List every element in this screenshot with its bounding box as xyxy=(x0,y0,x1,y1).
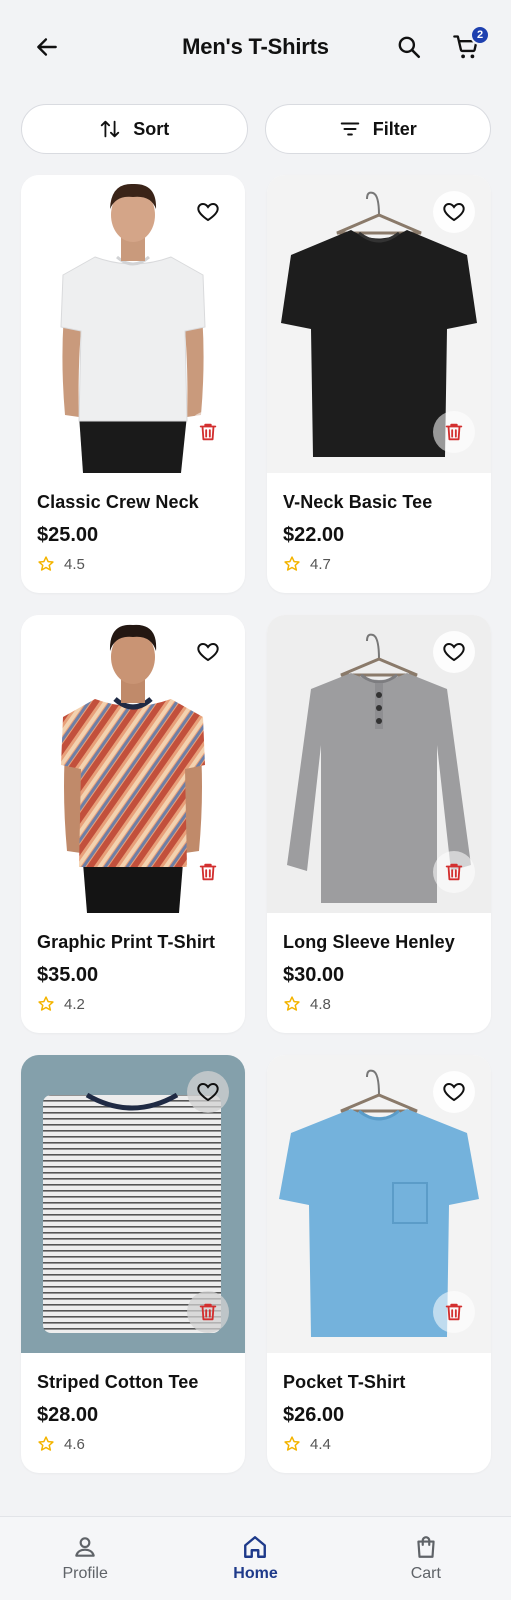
star-icon xyxy=(284,996,300,1011)
product-name: Striped Cotton Tee xyxy=(37,1372,199,1392)
nav-item-cart[interactable]: Cart xyxy=(341,1517,511,1600)
product-info: Classic Crew Neck $25.00 4.5 xyxy=(37,491,233,573)
star-icon xyxy=(38,556,54,571)
product-rating: 4.5 xyxy=(37,555,233,573)
product-rating: 4.8 xyxy=(283,995,479,1013)
delete-button[interactable] xyxy=(187,851,229,893)
product-price: $25.00 xyxy=(37,524,99,546)
star-icon xyxy=(38,1436,54,1451)
product-price: $22.00 xyxy=(283,524,345,546)
trash-icon xyxy=(199,863,217,881)
top-app-bar: Men's T-Shirts 2 xyxy=(0,0,511,94)
product-card[interactable]: Striped Cotton Tee $28.00 4.6 xyxy=(21,1055,245,1473)
nav-label: Profile xyxy=(62,1565,108,1582)
heart-icon xyxy=(197,1082,219,1102)
product-card[interactable]: Long Sleeve Henley $30.00 4.8 xyxy=(267,615,491,1033)
rating-value: 4.2 xyxy=(64,995,85,1013)
product-info: V-Neck Basic Tee $22.00 4.7 xyxy=(283,491,479,573)
product-card[interactable]: Classic Crew Neck $25.00 4.5 xyxy=(21,175,245,593)
trash-icon xyxy=(445,1303,463,1321)
product-name: V-Neck Basic Tee xyxy=(283,492,433,512)
filter-icon xyxy=(340,122,359,136)
favorite-button[interactable] xyxy=(433,631,475,673)
star-icon xyxy=(284,556,300,571)
product-name: Graphic Print T-Shirt xyxy=(37,932,216,952)
cart-button[interactable]: 2 xyxy=(446,25,490,67)
favorite-button[interactable] xyxy=(187,631,229,673)
product-card[interactable]: V-Neck Basic Tee $22.00 4.7 xyxy=(267,175,491,593)
home-icon xyxy=(244,1536,267,1558)
heart-icon xyxy=(197,202,219,222)
product-card[interactable]: Graphic Print T-Shirt $35.00 4.2 xyxy=(21,615,245,1033)
heart-icon xyxy=(443,642,465,662)
nav-label: Cart xyxy=(410,1565,441,1582)
delete-button[interactable] xyxy=(433,411,475,453)
filter-label: Filter xyxy=(372,118,417,139)
product-info: Striped Cotton Tee $28.00 4.6 xyxy=(37,1371,233,1453)
product-name: Classic Crew Neck xyxy=(37,492,199,512)
product-rating: 4.4 xyxy=(283,1435,479,1453)
search-button[interactable] xyxy=(389,27,429,67)
trash-icon xyxy=(199,423,217,441)
filter-button[interactable]: Filter xyxy=(264,104,491,154)
back-button[interactable] xyxy=(27,27,67,67)
arrow-left-icon xyxy=(37,38,57,56)
cart-count-badge: 2 xyxy=(470,25,490,45)
product-price: $30.00 xyxy=(283,964,345,986)
delete-button[interactable] xyxy=(433,1291,475,1333)
sort-filter-bar: Sort Filter xyxy=(21,104,491,154)
product-info: Long Sleeve Henley $30.00 4.8 xyxy=(283,931,479,1013)
product-rating: 4.2 xyxy=(37,995,233,1013)
product-card[interactable]: Pocket T-Shirt $26.00 4.4 xyxy=(267,1055,491,1473)
delete-button[interactable] xyxy=(187,1291,229,1333)
rating-value: 4.5 xyxy=(64,555,85,573)
nav-item-profile[interactable]: Profile xyxy=(0,1517,170,1600)
person-icon xyxy=(75,1537,95,1557)
product-price: $35.00 xyxy=(37,964,99,986)
product-name: Long Sleeve Henley xyxy=(283,932,455,952)
favorite-button[interactable] xyxy=(433,191,475,233)
nav-item-home[interactable]: Home xyxy=(170,1517,340,1600)
trash-icon xyxy=(445,863,463,881)
product-rating: 4.7 xyxy=(283,555,479,573)
nav-label: Home xyxy=(233,1565,278,1582)
product-grid: Classic Crew Neck $25.00 4.5 V-Neck Basi… xyxy=(21,175,491,1473)
star-icon xyxy=(284,1436,300,1451)
page-title: Men's T-Shirts xyxy=(182,34,329,59)
favorite-button[interactable] xyxy=(187,1071,229,1113)
product-price: $26.00 xyxy=(283,1404,345,1426)
shopping-bag-icon xyxy=(417,1536,435,1558)
delete-button[interactable] xyxy=(187,411,229,453)
heart-icon xyxy=(197,642,219,662)
heart-icon xyxy=(443,202,465,222)
trash-icon xyxy=(445,423,463,441)
rating-value: 4.7 xyxy=(310,555,331,573)
sort-button[interactable]: Sort xyxy=(21,104,248,154)
product-info: Pocket T-Shirt $26.00 4.4 xyxy=(283,1371,479,1453)
product-price: $28.00 xyxy=(37,1404,99,1426)
product-rating: 4.6 xyxy=(37,1435,233,1453)
bottom-navigation: Profile Home Cart xyxy=(0,1516,511,1600)
rating-value: 4.4 xyxy=(310,1435,331,1453)
product-info: Graphic Print T-Shirt $35.00 4.2 xyxy=(37,931,233,1013)
favorite-button[interactable] xyxy=(433,1071,475,1113)
star-icon xyxy=(38,996,54,1011)
favorite-button[interactable] xyxy=(187,191,229,233)
rating-value: 4.8 xyxy=(310,995,331,1013)
heart-icon xyxy=(443,1082,465,1102)
sort-label: Sort xyxy=(133,118,170,139)
rating-value: 4.6 xyxy=(64,1435,85,1453)
delete-button[interactable] xyxy=(433,851,475,893)
trash-icon xyxy=(199,1303,217,1321)
sort-icon xyxy=(101,120,120,138)
product-name: Pocket T-Shirt xyxy=(283,1372,406,1392)
search-icon xyxy=(398,36,421,59)
